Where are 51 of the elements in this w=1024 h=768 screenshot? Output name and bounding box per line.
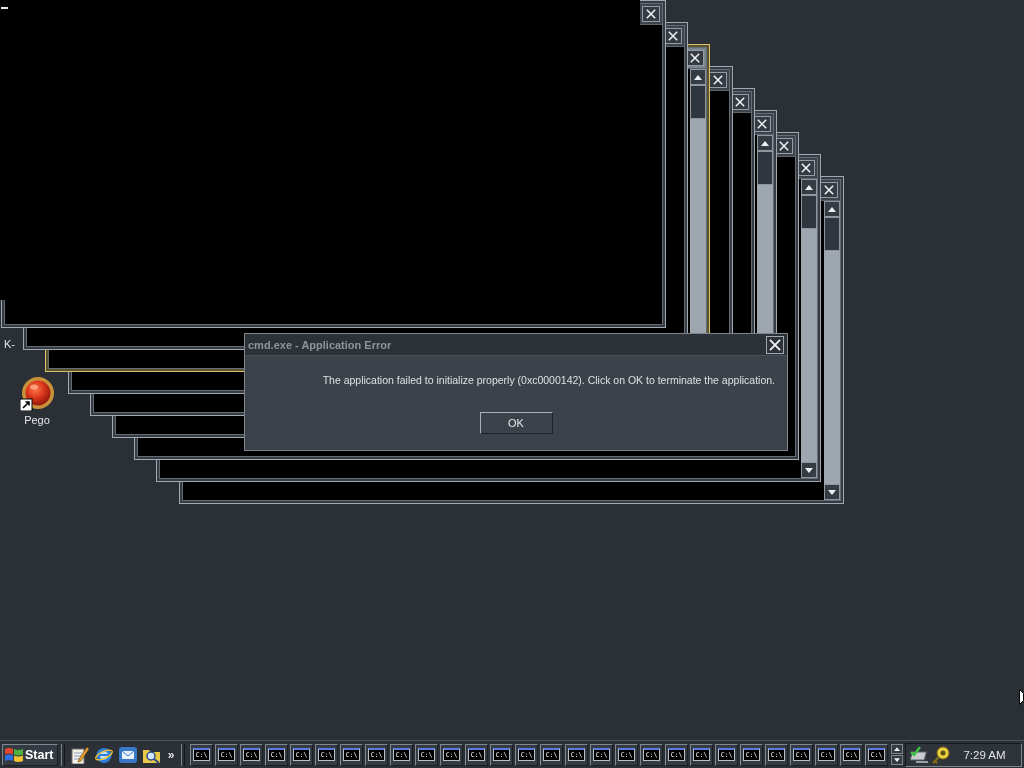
scrollbar[interactable] — [801, 179, 817, 478]
caret-up-icon — [761, 140, 769, 146]
scroll-down-button[interactable] — [824, 484, 840, 500]
close-button[interactable] — [766, 335, 784, 354]
scroll-thumb[interactable] — [824, 217, 840, 251]
caret-down-icon — [828, 489, 836, 495]
network-check-icon[interactable] — [910, 745, 930, 764]
clock[interactable]: 7:29 AM — [952, 748, 1017, 761]
start-button[interactable]: Start — [2, 743, 58, 766]
caret-down-icon — [894, 758, 900, 762]
desktop-icon-label[interactable]: K- — [4, 338, 15, 351]
scroll-down-button[interactable] — [891, 755, 903, 765]
close-icon — [668, 31, 678, 41]
close-icon — [801, 163, 811, 173]
close-icon — [779, 141, 789, 151]
caret-down-icon — [805, 467, 813, 473]
close-icon — [690, 53, 700, 63]
close-icon — [735, 97, 745, 107]
notepad-pencil-icon[interactable] — [71, 745, 89, 764]
scroll-up-button[interactable] — [891, 744, 903, 754]
globe-icon[interactable] — [95, 745, 113, 764]
scroll-down-button[interactable] — [801, 462, 817, 478]
desktop-icon-label[interactable]: Pego — [24, 414, 50, 427]
caret-up-icon — [828, 206, 836, 212]
key-icon[interactable] — [932, 745, 950, 764]
scroll-up-button[interactable] — [690, 69, 706, 85]
error-message: The application failed to initialize properly (0xc0000142). Click on OK to terminate the application. — [322, 374, 775, 387]
close-icon — [713, 75, 723, 85]
scroll-thumb[interactable] — [690, 85, 706, 119]
scroll-up-button[interactable] — [757, 135, 773, 151]
close-button[interactable] — [642, 6, 660, 22]
scroll-thumb[interactable] — [801, 195, 817, 229]
mouse-pointer-icon — [1019, 689, 1024, 705]
more-button[interactable]: » — [164, 744, 178, 765]
mail-icon[interactable] — [119, 745, 137, 764]
orb-shortcut-icon[interactable] — [20, 377, 54, 411]
scrollbar[interactable] — [824, 201, 840, 500]
close-icon — [646, 9, 656, 19]
caret-up-icon — [894, 747, 900, 751]
dash-icon — [1, 7, 8, 9]
close-icon — [824, 185, 834, 195]
dialog-title: cmd.exe - Application Error — [248, 338, 392, 351]
caret-up-icon — [805, 184, 813, 190]
close-icon — [757, 119, 767, 129]
ok-button[interactable]: OK — [479, 412, 553, 434]
scroll-up-button[interactable] — [801, 179, 817, 195]
flag-icon — [5, 746, 23, 763]
close-icon — [769, 338, 781, 351]
caret-up-icon — [694, 74, 702, 80]
scroll-thumb[interactable] — [757, 151, 773, 185]
scroll-up-button[interactable] — [824, 201, 840, 217]
